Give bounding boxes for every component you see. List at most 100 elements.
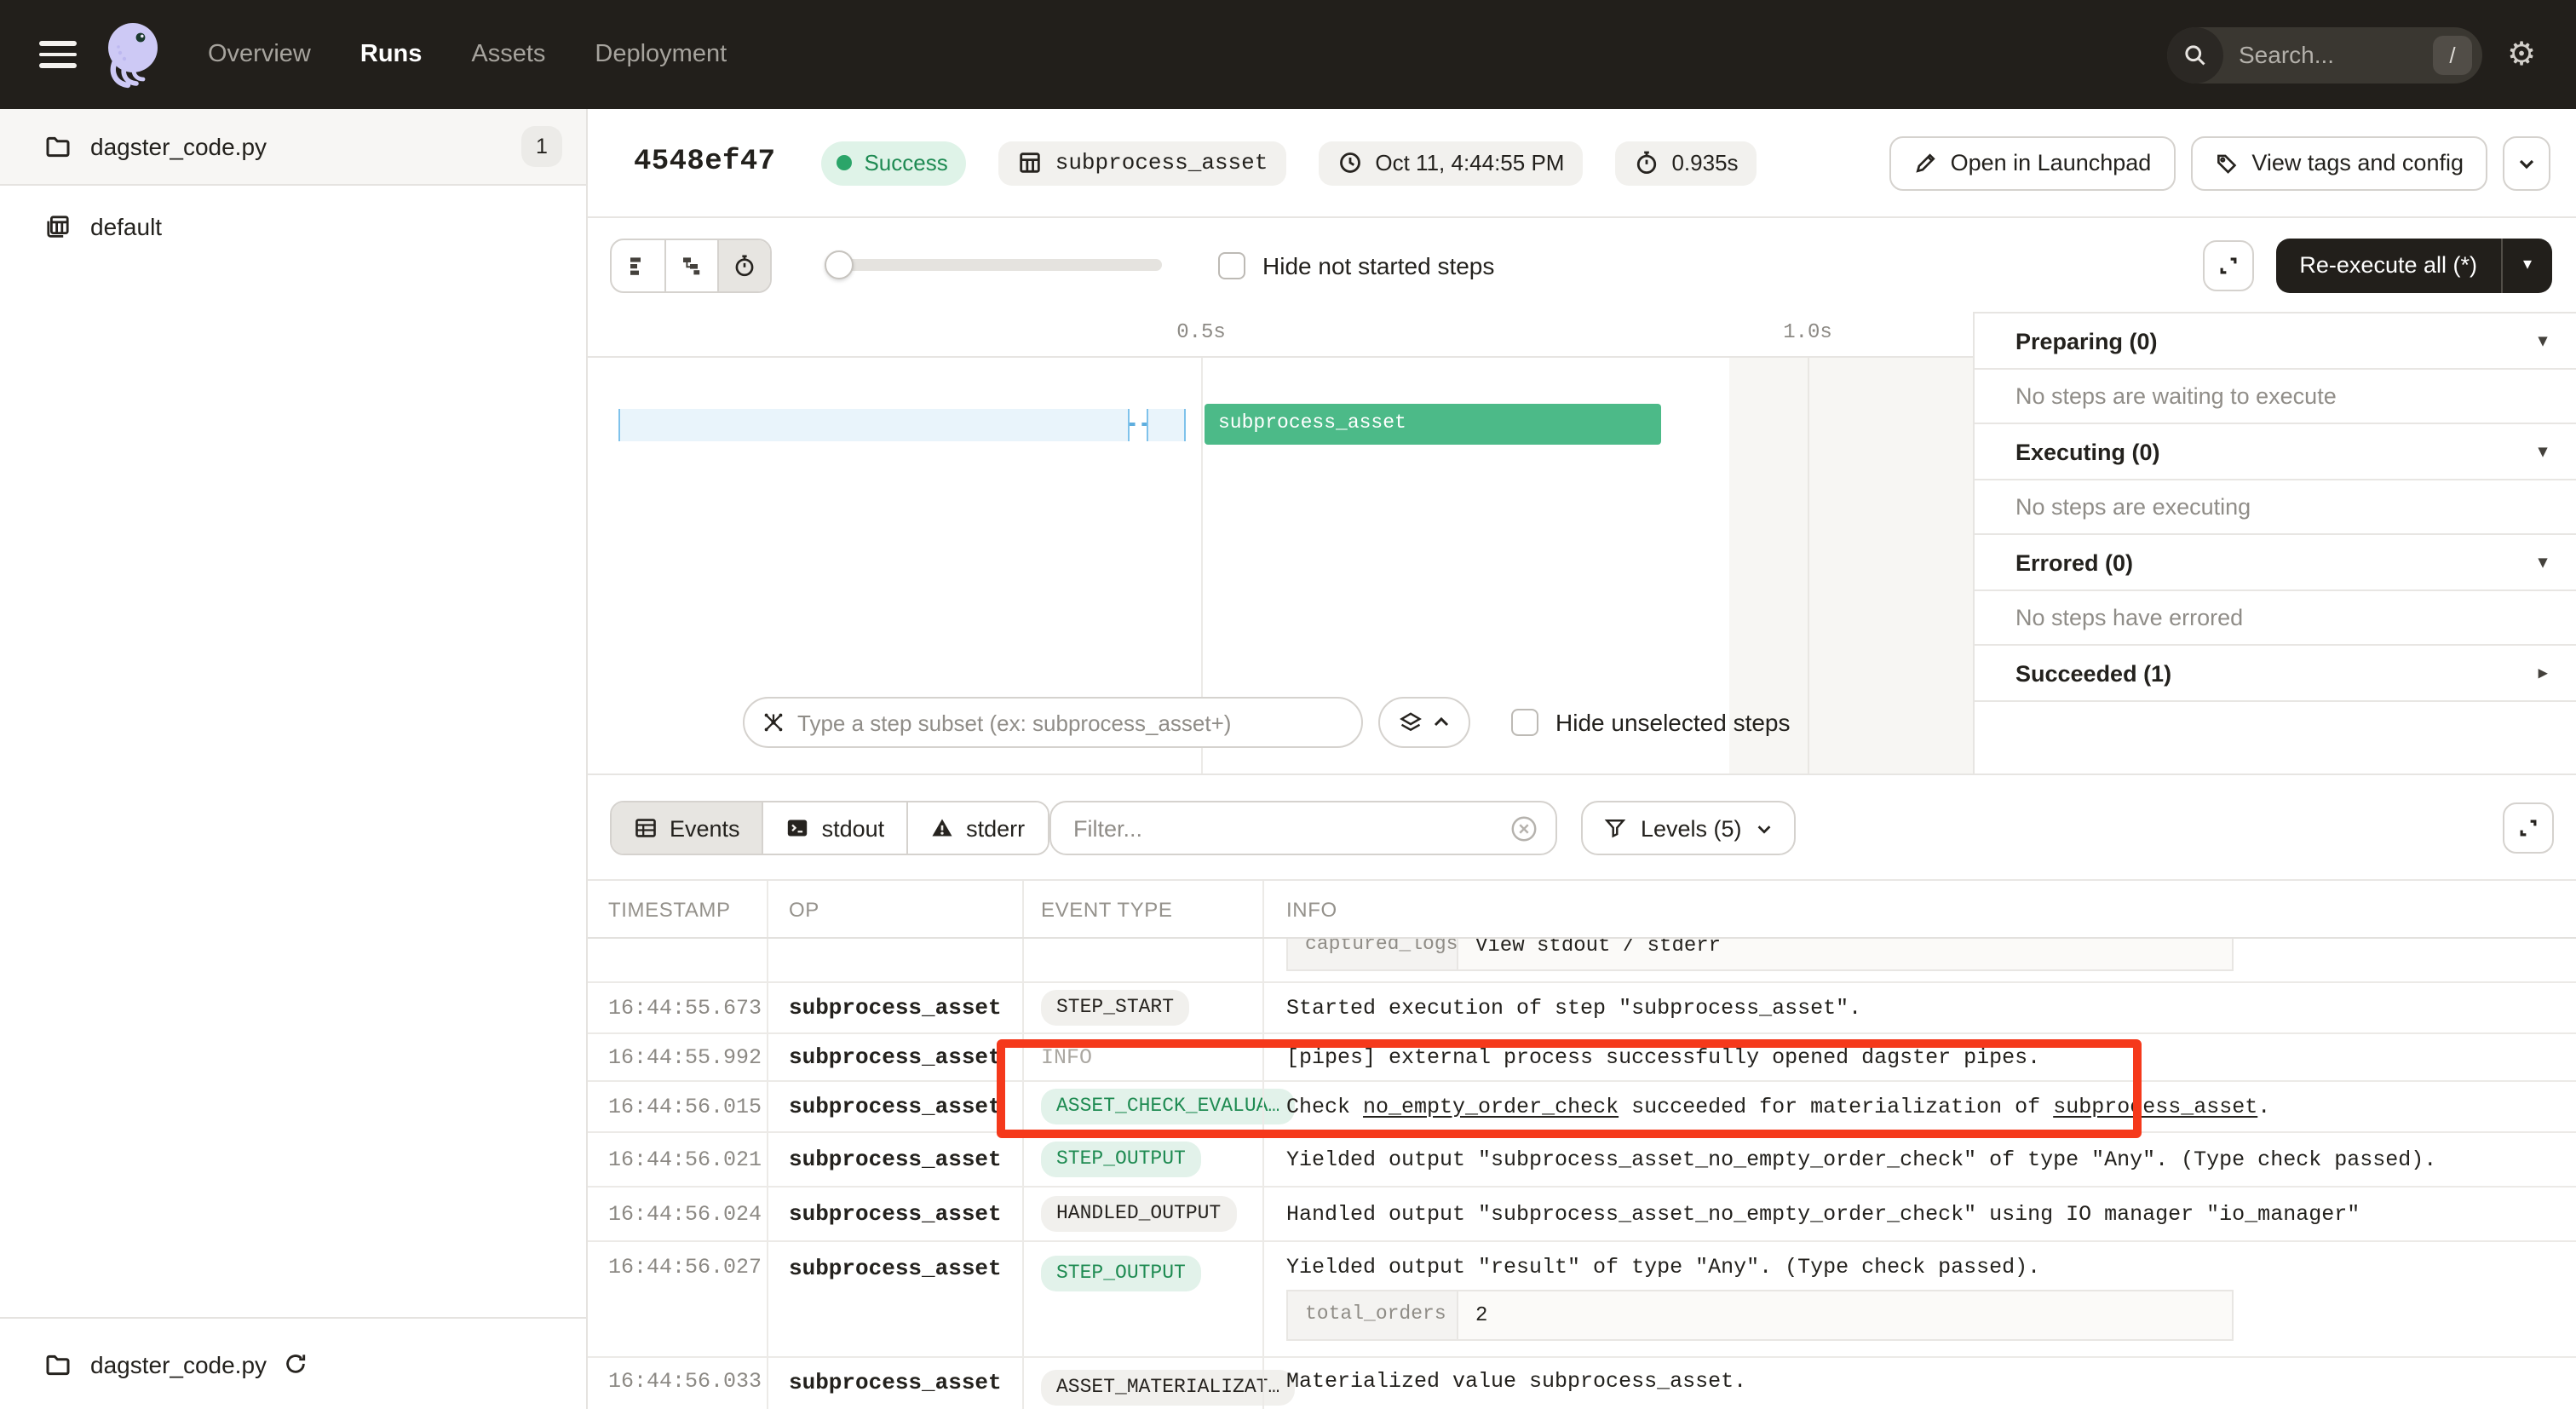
open-in-launchpad-button[interactable]: Open in Launchpad	[1889, 135, 2176, 190]
run-header-more-button[interactable]	[2503, 135, 2550, 190]
step-subset-inputwrap	[743, 697, 1363, 748]
levels-dropdown[interactable]: Levels (5)	[1581, 801, 1797, 855]
gantt-step-bar[interactable]: subprocess_asset	[1205, 404, 1661, 445]
log-op: subprocess_asset	[767, 1358, 1022, 1409]
metadata-table: total_orders2	[1286, 1290, 2234, 1341]
dagster-logo-icon[interactable]	[99, 17, 167, 92]
waterfall-view-icon	[680, 253, 704, 277]
hide-unselected-checkbox[interactable]	[1511, 709, 1538, 736]
global-search[interactable]: Search... /	[2167, 26, 2482, 83]
nav-item-deployment[interactable]: Deployment	[595, 41, 727, 68]
panel-empty-text: No steps are waiting to execute	[1975, 370, 2576, 424]
run-header: 4548ef47 Success subprocess_asset Oct 11…	[588, 109, 2576, 218]
stopwatch-icon	[1634, 150, 1659, 175]
reexecute-all-button[interactable]: Re-execute all (*)	[2275, 238, 2501, 292]
main-content: 4548ef47 Success subprocess_asset Oct 11…	[588, 109, 2576, 1409]
caret-down-icon: ▾	[2539, 442, 2547, 461]
sidebar-item-default[interactable]: default	[0, 199, 586, 254]
panel-section-errored[interactable]: Errored (0) ▾	[1975, 535, 2576, 591]
slider-knob[interactable]	[825, 250, 854, 279]
log-row[interactable]: 16:44:56.027subprocess_assetSTEP_OUTPUTY…	[588, 1242, 2576, 1358]
chevron-down-icon	[2516, 152, 2537, 173]
log-timestamp: 16:44:56.027	[588, 1242, 767, 1356]
log-op: subprocess_asset	[767, 1082, 1022, 1131]
log-row[interactable]: captured_logsView stdout / stderr	[588, 939, 2576, 983]
log-timestamp: 16:44:56.015	[588, 1082, 767, 1131]
log-info: Materialized value subprocess_asset.	[1262, 1358, 2576, 1409]
view-mode-timed-button[interactable]	[717, 239, 770, 290]
nav-links: Overview Runs Assets Deployment	[208, 41, 727, 68]
log-link[interactable]: subprocess_asset	[2053, 1095, 2257, 1119]
view-mode-flat-button[interactable]	[612, 239, 664, 290]
log-event-type: STEP_OUTPUT	[1022, 1242, 1262, 1356]
log-row[interactable]: 16:44:55.992subprocess_assetINFO[pipes] …	[588, 1034, 2576, 1082]
gantt-time-axis: 0.5s 1.0s	[588, 312, 1973, 358]
nav-item-assets[interactable]: Assets	[471, 41, 545, 68]
nav-item-overview[interactable]: Overview	[208, 41, 311, 68]
axis-tick: 1.0s	[1783, 320, 1832, 344]
hamburger-menu-icon[interactable]	[39, 41, 77, 68]
expand-icon	[2516, 816, 2540, 840]
log-row[interactable]: 16:44:56.033subprocess_assetASSET_MATERI…	[588, 1358, 2576, 1409]
tab-stdout[interactable]: stdout	[762, 802, 907, 854]
log-timestamp: 16:44:56.021	[588, 1133, 767, 1186]
metadata-key: total_orders	[1288, 1291, 1458, 1339]
graph-query-toggle-button[interactable]	[1378, 697, 1470, 748]
logs-fullscreen-button[interactable]	[2503, 802, 2554, 854]
panel-section-preparing[interactable]: Preparing (0) ▾	[1975, 313, 2576, 370]
log-link[interactable]: no_empty_order_check	[1363, 1095, 1619, 1119]
caret-up-icon	[1433, 716, 1450, 729]
sidebar-count-badge: 1	[521, 126, 562, 167]
tab-events[interactable]: Events	[612, 802, 762, 854]
events-toolbar: Events stdout stderr Levels (5)	[588, 774, 2576, 879]
log-timestamp: 16:44:56.033	[588, 1358, 767, 1409]
event-log-table: TIMESTAMP OP EVENT TYPE INFO captured_lo…	[588, 879, 2576, 1409]
log-row[interactable]: 16:44:56.021subprocess_assetSTEP_OUTPUTY…	[588, 1133, 2576, 1188]
panel-empty-text: No steps have errored	[1975, 591, 2576, 646]
step-graph-icon	[762, 710, 785, 734]
log-timestamp	[588, 939, 767, 981]
funnel-icon	[1603, 816, 1627, 840]
log-row[interactable]: 16:44:56.015subprocess_assetASSET_CHECK_…	[588, 1082, 2576, 1133]
reexecute-caret-button[interactable]: ▾	[2503, 238, 2552, 292]
log-row[interactable]: 16:44:55.673subprocess_assetSTEP_STARTSt…	[588, 983, 2576, 1034]
panel-section-succeeded[interactable]: Succeeded (1) ▸	[1975, 646, 2576, 702]
view-tags-config-button[interactable]: View tags and config	[2190, 135, 2487, 190]
run-id: 4548ef47	[634, 147, 775, 179]
slider-track[interactable]	[825, 259, 1162, 271]
log-timestamp: 16:44:55.992	[588, 1034, 767, 1080]
log-info: captured_logsView stdout / stderr	[1262, 939, 2576, 981]
step-subset-input[interactable]	[797, 710, 1344, 735]
gantt-zoom-slider[interactable]	[825, 250, 1162, 279]
log-row[interactable]: 16:44:56.024subprocess_assetHANDLED_OUTP…	[588, 1188, 2576, 1242]
col-op: OP	[767, 881, 1022, 937]
search-shortcut-badge: /	[2433, 35, 2472, 74]
stopwatch-icon	[733, 253, 756, 277]
log-info: Yielded output "result" of type "Any". (…	[1262, 1242, 2576, 1356]
view-mode-waterfall-button[interactable]	[664, 239, 717, 290]
status-badge: Success	[821, 141, 966, 185]
sidebar-footer-label: dagster_code.py	[90, 1350, 267, 1377]
sidebar-repo-header[interactable]: dagster_code.py 1	[0, 109, 586, 186]
hide-not-started-checkbox[interactable]	[1218, 251, 1245, 279]
log-view-tabs: Events stdout stderr	[610, 801, 1049, 855]
run-datetime: Oct 11, 4:44:55 PM	[1319, 141, 1583, 185]
chevron-down-icon	[1756, 819, 1774, 837]
panel-section-executing[interactable]: Executing (0) ▾	[1975, 424, 2576, 480]
tab-stderr[interactable]: stderr	[906, 802, 1047, 854]
log-op: subprocess_asset	[767, 1242, 1022, 1356]
gear-icon[interactable]: ⚙	[2482, 36, 2561, 73]
log-filter-box	[1049, 801, 1557, 855]
axis-tick: 0.5s	[1176, 320, 1226, 344]
metadata-value[interactable]: View stdout / stderr	[1458, 939, 1738, 969]
gantt-chart: subprocess_asset Hide unselected steps	[588, 358, 1973, 774]
log-filter-input[interactable]	[1073, 815, 1509, 841]
nav-item-runs[interactable]: Runs	[360, 41, 423, 68]
step-subset-row: Hide unselected steps	[588, 697, 1973, 748]
asset-tag[interactable]: subprocess_asset	[999, 141, 1287, 185]
gantt-fullscreen-button[interactable]	[2202, 239, 2253, 290]
expand-icon	[2216, 253, 2240, 277]
reload-icon[interactable]	[282, 1351, 308, 1377]
log-event-type: STEP_START	[1022, 983, 1262, 1032]
clear-filter-icon[interactable]	[1509, 814, 1538, 843]
